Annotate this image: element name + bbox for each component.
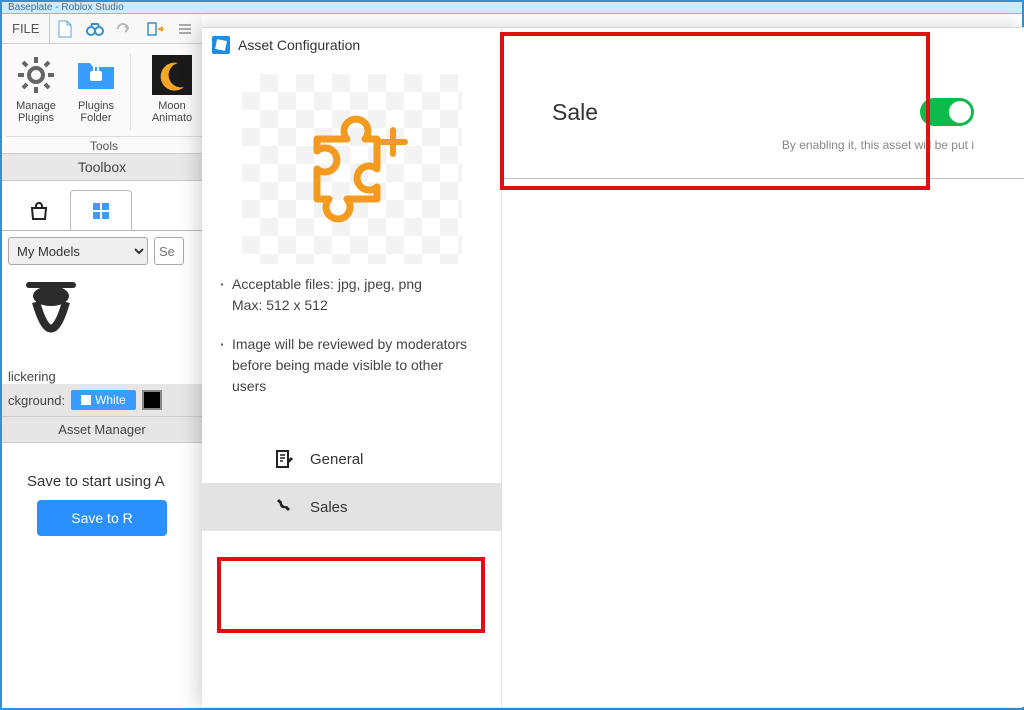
category-select[interactable]: My Models [8,237,148,265]
nav-general-label: General [310,451,363,468]
toolbox-filter-row: My Models [2,231,202,271]
new-file-icon[interactable] [53,17,77,41]
nav-general[interactable]: General [202,435,501,483]
folder-icon [75,54,117,96]
puzzle-icon [287,104,417,234]
ribbon-group-tools: Manage Plugins Plugins Folder Moon Anim [6,48,202,153]
plugins-folder-label: Plugins Folder [66,100,126,124]
tools-icon [274,497,294,517]
search-input[interactable] [154,237,184,265]
menu-dots-icon[interactable] [173,17,197,41]
hint-review: Image will be reviewed by moderators bef… [232,334,475,397]
moon-animator-button[interactable]: Moon Animato [142,48,202,136]
dialog-nav: General Sales [202,435,501,531]
toolbox-header: Toolbox [2,154,202,181]
asset-manager-hint: Save to start using A [2,443,202,500]
grid-icon [91,201,111,221]
dialog-title: Asset Configuration [238,37,360,53]
export-icon[interactable] [143,17,167,41]
plugins-folder-button[interactable]: Plugins Folder [66,48,126,136]
nav-sales-label: Sales [310,499,348,516]
bag-icon [29,201,49,221]
dialog-title-row: Asset Configuration [202,28,501,62]
lamp-icon [16,280,86,360]
window-titlebar: Baseplate - Roblox Studio [2,2,1022,14]
gear-icon [15,54,57,96]
divider [502,178,1024,179]
toolbox-tab-inventory[interactable] [70,190,132,230]
binoculars-icon[interactable] [83,17,107,41]
asset-thumbnail-upload[interactable] [242,74,462,264]
redo-icon[interactable] [113,17,137,41]
ribbon-group-label: Tools [6,136,202,153]
moon-icon [151,54,193,96]
toolbox-tab-marketplace[interactable] [8,190,70,230]
asset-manager-header: Asset Manager [2,416,202,443]
hint-acceptable-files: Acceptable files: jpg, jpeg, png Max: 51… [232,274,475,316]
toolbox-tabs [2,181,202,231]
model-item-label: lickering [2,369,202,384]
dialog-right-panel: Sale By enabling it, this asset will be … [502,28,1024,707]
left-column: FILE [2,14,202,708]
sale-label: Sale [552,99,598,126]
background-black-chip[interactable] [142,390,162,410]
asset-configuration-dialog: Asset Configuration Acceptable files: jp… [202,27,1024,707]
file-menu[interactable]: FILE [2,14,50,43]
upload-hints: Acceptable files: jpg, jpeg, png Max: 51… [202,274,501,435]
nav-sales[interactable]: Sales [202,483,501,531]
window-title: Baseplate - Roblox Studio [8,2,124,13]
moon-animator-label: Moon Animato [142,100,202,124]
quick-access-toolbar: FILE [2,14,202,44]
toggle-knob [949,101,971,123]
app-frame: Baseplate - Roblox Studio FILE [0,0,1024,710]
save-button[interactable]: Save to R [37,500,166,536]
background-white-chip[interactable]: White [71,390,136,410]
sale-row: Sale [542,58,984,132]
dialog-left-panel: Asset Configuration Acceptable files: jp… [202,28,502,707]
manage-plugins-button[interactable]: Manage Plugins [6,48,66,136]
model-thumbnail[interactable] [10,279,92,361]
background-row: ckground: White [2,384,202,416]
document-edit-icon [274,449,294,469]
ribbon: Manage Plugins Plugins Folder Moon Anim [2,44,202,154]
roblox-app-icon [212,36,230,54]
background-label: ckground: [8,393,65,408]
sale-subtext: By enabling it, this asset will be put i [542,132,984,178]
manage-plugins-label: Manage Plugins [6,100,66,124]
sale-toggle[interactable] [920,98,974,126]
